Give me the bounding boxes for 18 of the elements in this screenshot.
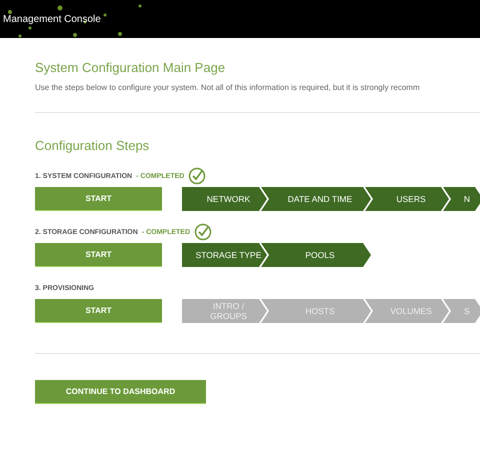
step-chevron[interactable]: NETWORK <box>182 187 267 211</box>
section-title: Configuration Steps <box>35 138 150 153</box>
continue-button[interactable]: CONTINUE TO DASHBOARD <box>35 380 206 404</box>
start-button[interactable]: START <box>35 299 162 323</box>
step-chevron[interactable]: POOLS <box>261 243 371 267</box>
page-description: Use the steps below to configure your system. Not all of this information is required, but it is strongly recomm <box>35 83 421 92</box>
step-chevron[interactable]: HOSTS <box>261 299 371 323</box>
start-button[interactable]: START <box>35 187 162 211</box>
step-chevron[interactable]: N <box>443 187 480 211</box>
step-chevron[interactable]: S <box>443 299 480 323</box>
start-button[interactable]: START <box>35 243 162 267</box>
app-title: Management Console <box>2 14 101 24</box>
step-chevron[interactable]: VOLUMES <box>365 299 449 323</box>
step-chevron[interactable]: INTRO / GROUPS <box>182 299 267 323</box>
step-chevron[interactable]: DATE AND TIME <box>261 187 371 211</box>
step-chevron[interactable]: USERS <box>365 187 449 211</box>
page-title: System Configuration Main Page <box>35 60 226 75</box>
step-chevron[interactable]: STORAGE TYPE <box>182 243 267 267</box>
